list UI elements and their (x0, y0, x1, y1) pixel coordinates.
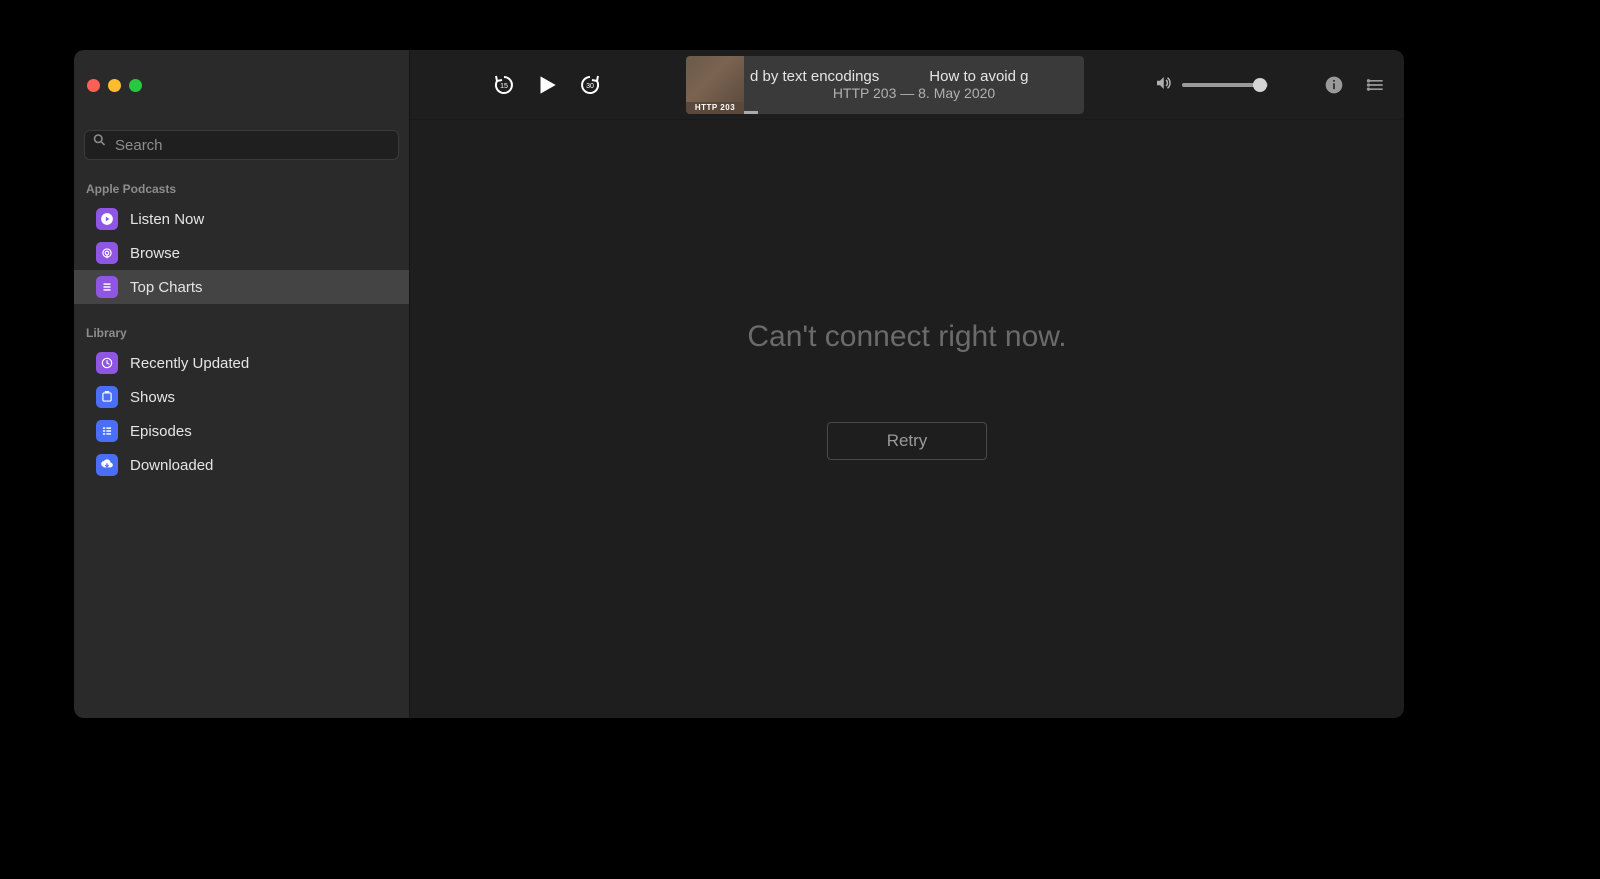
recently-updated-icon (96, 352, 118, 374)
now-playing-subtitle: HTTP 203 — 8. May 2020 (750, 85, 1078, 101)
sidebar-item-browse[interactable]: Browse (74, 236, 409, 270)
minimize-window-button[interactable] (108, 79, 121, 92)
downloaded-icon (96, 454, 118, 476)
info-button[interactable] (1324, 75, 1344, 95)
play-button[interactable] (534, 72, 560, 98)
sidebar-item-label: Listen Now (130, 211, 204, 228)
sidebar-item-downloaded[interactable]: Downloaded (74, 448, 409, 482)
retry-button[interactable]: Retry (827, 422, 987, 460)
sidebar-item-label: Top Charts (130, 279, 203, 296)
sidebar: Apple Podcasts Listen Now Browse Top Cha… (74, 50, 410, 718)
search-input[interactable] (84, 130, 399, 160)
now-playing-artwork: HTTP 203 (686, 56, 744, 114)
shows-icon (96, 386, 118, 408)
marquee-part-b: How to avoid g (929, 68, 1028, 85)
playback-controls: 15 30 (492, 72, 602, 98)
svg-text:30: 30 (586, 83, 594, 90)
volume-icon (1154, 74, 1172, 95)
marquee-part-a: d by text encodings (750, 68, 879, 85)
main-area: 15 30 HTTP 203 (410, 50, 1404, 718)
retry-label: Retry (887, 431, 928, 451)
sidebar-item-label: Browse (130, 245, 180, 262)
search-icon (92, 133, 107, 148)
volume-control (1154, 74, 1268, 95)
sidebar-item-top-charts[interactable]: Top Charts (74, 270, 409, 304)
listen-now-icon (96, 208, 118, 230)
volume-thumb[interactable] (1253, 78, 1267, 92)
now-playing-title: d by text encodings How to avoid g (750, 68, 1078, 85)
sidebar-item-recently-updated[interactable]: Recently Updated (74, 346, 409, 380)
sidebar-item-episodes[interactable]: Episodes (74, 414, 409, 448)
sidebar-item-label: Episodes (130, 423, 192, 440)
sidebar-item-label: Shows (130, 389, 175, 406)
app-window: Apple Podcasts Listen Now Browse Top Cha… (74, 50, 1404, 718)
episodes-icon (96, 420, 118, 442)
content-area: Can't connect right now. Retry (410, 120, 1404, 718)
fullscreen-window-button[interactable] (129, 79, 142, 92)
sidebar-section-library: Library (74, 304, 409, 346)
sidebar-item-shows[interactable]: Shows (74, 380, 409, 414)
now-playing-display[interactable]: HTTP 203 d by text encodings How to avoi… (686, 56, 1084, 114)
sidebar-section-apple-podcasts: Apple Podcasts (74, 160, 409, 202)
artwork-label: HTTP 203 (686, 102, 744, 114)
playback-progress[interactable] (744, 111, 758, 114)
sidebar-item-listen-now[interactable]: Listen Now (74, 202, 409, 236)
skip-back-button[interactable]: 15 (492, 73, 516, 97)
toolbar: 15 30 HTTP 203 (410, 50, 1404, 120)
queue-button[interactable] (1366, 75, 1386, 95)
close-window-button[interactable] (87, 79, 100, 92)
svg-text:15: 15 (500, 83, 508, 90)
top-charts-icon (96, 276, 118, 298)
browse-icon (96, 242, 118, 264)
sidebar-item-label: Recently Updated (130, 355, 249, 372)
skip-forward-button[interactable]: 30 (578, 73, 602, 97)
error-message: Can't connect right now. (747, 320, 1066, 354)
sidebar-item-label: Downloaded (130, 457, 213, 474)
volume-slider[interactable] (1182, 83, 1268, 87)
window-controls (74, 50, 409, 120)
